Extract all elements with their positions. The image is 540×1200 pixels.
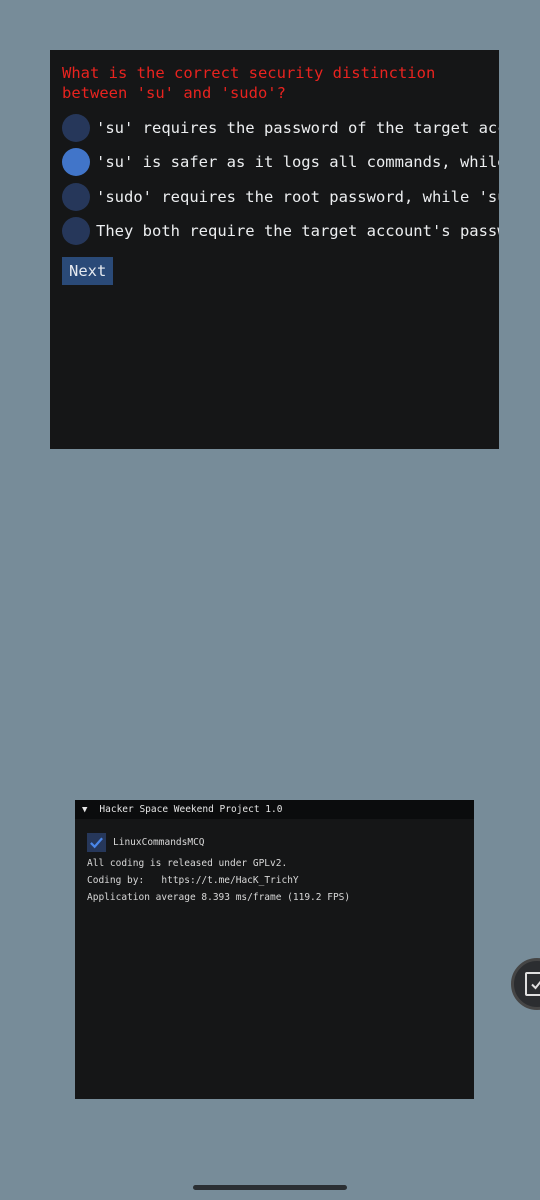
window-title: Hacker Space Weekend Project 1.0: [99, 804, 283, 815]
option-1[interactable]: 'su' requires the password of the target…: [62, 113, 499, 143]
radio-button[interactable]: [62, 217, 90, 245]
collapse-arrow-icon[interactable]: ▼: [82, 805, 87, 815]
fps-stats: Application average 8.393 ms/frame (119.…: [87, 892, 351, 903]
info-window: ▼ Hacker Space Weekend Project 1.0 Linux…: [75, 800, 474, 1099]
radio-button-selected[interactable]: [62, 148, 90, 176]
checkbox-icon: [525, 972, 540, 996]
option-3[interactable]: 'sudo' requires the root password, while…: [62, 182, 499, 212]
credit-line: Coding by: https://t.me/HacK_TrichY: [87, 875, 462, 886]
floating-overlay-button[interactable]: [511, 958, 540, 1010]
option-label: 'su' is safer as it logs all commands, w…: [96, 153, 499, 171]
quiz-toggle[interactable]: LinuxCommandsMCQ: [87, 832, 462, 852]
option-4[interactable]: They both require the target account's p…: [62, 216, 499, 246]
option-label: 'sudo' requires the root password, while…: [96, 188, 499, 206]
option-2[interactable]: 'su' is safer as it logs all commands, w…: [62, 147, 499, 177]
checkmark-icon: [90, 837, 103, 848]
radio-button[interactable]: [62, 183, 90, 211]
next-button[interactable]: Next: [62, 257, 114, 285]
window-titlebar[interactable]: ▼ Hacker Space Weekend Project 1.0: [75, 800, 474, 819]
question-text: What is the correct security distinction…: [62, 64, 445, 102]
license-text: All coding is released under GPLv2.: [87, 858, 288, 869]
option-label: 'su' requires the password of the target…: [96, 119, 499, 137]
quiz-window: What is the correct security distinction…: [50, 50, 499, 449]
credit-link[interactable]: https://t.me/HacK_TrichY: [161, 875, 298, 886]
option-label: They both require the target account's p…: [96, 222, 499, 240]
home-indicator[interactable]: [193, 1185, 347, 1190]
radio-button[interactable]: [62, 114, 90, 142]
checkbox-label: LinuxCommandsMCQ: [113, 836, 205, 848]
checkbox[interactable]: [87, 832, 106, 852]
credit-prefix: Coding by:: [87, 875, 145, 886]
